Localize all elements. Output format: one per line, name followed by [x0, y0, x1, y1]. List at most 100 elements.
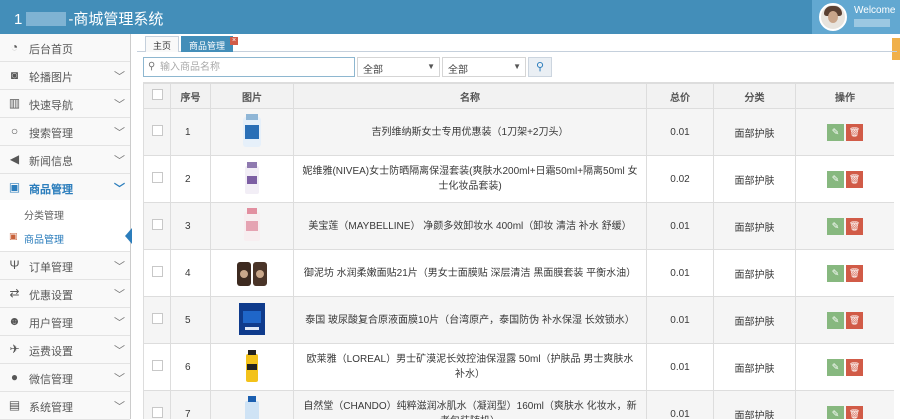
tab-products[interactable]: 商品管理: [181, 36, 234, 52]
row-category: 面部护肤: [713, 108, 796, 156]
sidebar-item-search[interactable]: ○ 搜索管理 ﹀: [0, 118, 130, 146]
delete-button[interactable]: 🗑: [846, 405, 863, 419]
edit-button[interactable]: ✎: [827, 264, 844, 282]
sidebar-item-label: 优惠设置: [29, 290, 73, 302]
trash-icon: 🗑: [848, 267, 861, 278]
sidebar-item-label: 用户管理: [29, 318, 73, 330]
bullhorn-icon: ◀: [9, 152, 20, 166]
pencil-icon: ✎: [831, 126, 840, 137]
row-select-cell: [143, 390, 171, 419]
pencil-icon: ✎: [831, 173, 840, 184]
row-select-cell: [143, 108, 171, 156]
sidebar-item-users[interactable]: ☻ 用户管理 ﹀: [0, 308, 130, 336]
sidebar-item-carousel[interactable]: ◙ 轮播图片 ﹀: [0, 62, 130, 90]
col-price: 总价: [646, 83, 714, 109]
table-row: 6 欧莱雅（LOREAL）男士矿漠泥长效控油保湿露 50ml（护肤品 男士爽肤水 …: [143, 343, 894, 391]
sidebar-item-news[interactable]: ◀ 新闻信息 ﹀: [0, 146, 130, 174]
row-actions: ✎ 🗑: [795, 296, 894, 344]
chevron-down-icon: ﹀: [114, 289, 125, 301]
row-actions: ✎ 🗑: [795, 249, 894, 297]
exchange-icon: ⇄: [9, 286, 20, 300]
active-indicator: [125, 228, 132, 244]
row-actions: ✎ 🗑: [795, 343, 894, 391]
row-checkbox[interactable]: [151, 313, 163, 324]
status-select[interactable]: 全部 ▼: [442, 57, 526, 77]
close-icon[interactable]: ×: [230, 37, 238, 45]
row-price: 0.01: [646, 296, 714, 344]
table-row: 7 自然堂（CHANDO）纯粹滋润冰肌水（凝润型）160ml（爽肤水 化妆水，新老…: [143, 390, 894, 419]
sidebar-item-shipping[interactable]: ✈ 运费设置 ﹀: [0, 336, 130, 364]
sidebar-item-home[interactable]: ◔ 后台首页: [0, 34, 130, 62]
select-value: 全部: [448, 65, 468, 76]
col-name: 名称: [293, 83, 647, 109]
delete-button[interactable]: 🗑: [846, 264, 863, 282]
sidebar-item-products[interactable]: ▣ 商品管理 ﹀: [0, 174, 130, 202]
caret-down-icon: ▼: [513, 62, 521, 71]
row-index: 1: [170, 108, 211, 156]
col-category: 分类: [713, 83, 796, 109]
category-select[interactable]: 全部 ▼: [357, 57, 440, 77]
brand-prefix: 1: [14, 11, 23, 28]
submenu-item-products[interactable]: ▣ 商品管理: [0, 226, 130, 250]
tab-home[interactable]: 主页: [145, 36, 180, 52]
gift-icon: ▣: [8, 180, 21, 194]
select-all-cell: [143, 83, 171, 109]
row-select-cell: [143, 202, 171, 250]
sidebar-item-orders[interactable]: Ψ 订单管理 ﹀: [0, 252, 130, 280]
submenu-item-category[interactable]: 分类管理: [0, 202, 130, 226]
row-image-cell: [210, 390, 294, 419]
row-name: 美宝莲（MAYBELLINE） 净颜多效卸妆水 400ml（卸妆 清洁 补水 舒…: [293, 202, 647, 250]
app-title: 1 -商城管理系统: [14, 8, 163, 29]
delete-button[interactable]: 🗑: [846, 170, 863, 188]
sidebar-item-label: 订单管理: [29, 262, 73, 274]
row-name: 欧莱雅（LOREAL）男士矿漠泥长效控油保湿露 50ml（护肤品 男士爽肤水 补…: [293, 343, 647, 391]
chevron-down-icon: ﹀: [114, 373, 125, 385]
row-category: 面部护肤: [713, 249, 796, 297]
delete-button[interactable]: 🗑: [846, 358, 863, 376]
delete-button[interactable]: 🗑: [846, 217, 863, 235]
product-thumbnail: [235, 348, 269, 384]
briefcase-icon: ▤: [8, 398, 21, 412]
users-icon: ☻: [8, 314, 21, 328]
sidebar-item-system[interactable]: ▤ 系统管理 ﹀: [0, 392, 130, 420]
user-menu[interactable]: Welcome: [812, 0, 900, 34]
row-checkbox[interactable]: [151, 360, 163, 371]
search-button[interactable]: ⚲: [528, 57, 552, 77]
edit-button[interactable]: ✎: [827, 405, 844, 419]
table-row: 1 吉列维纳斯女士专用优惠装（1刀架+2刀头） 0.01 面部护肤 ✎ 🗑: [143, 108, 894, 156]
row-checkbox[interactable]: [151, 266, 163, 277]
row-select-cell: [143, 296, 171, 344]
edit-button[interactable]: ✎: [827, 170, 844, 188]
row-checkbox[interactable]: [151, 125, 163, 136]
search-field[interactable]: ⚲: [143, 57, 355, 77]
chevron-down-icon: ﹀: [114, 401, 125, 413]
top-navbar: 1 -商城管理系统 Welcome: [0, 0, 900, 34]
row-image-cell: [210, 155, 294, 203]
delete-button[interactable]: 🗑: [846, 123, 863, 141]
plane-icon: ✈: [9, 342, 20, 356]
sidebar-item-wechat[interactable]: ● 微信管理 ﹀: [0, 364, 130, 392]
row-checkbox[interactable]: [151, 407, 163, 418]
welcome-text: Welcome: [854, 5, 896, 16]
chevron-down-icon: ﹀: [114, 127, 125, 139]
delete-button[interactable]: 🗑: [846, 311, 863, 329]
circle-icon: ○: [10, 124, 19, 138]
barcode-icon: ▥: [8, 96, 21, 110]
select-value: 全部: [363, 65, 383, 76]
row-checkbox[interactable]: [151, 172, 163, 183]
row-name: 吉列维纳斯女士专用优惠装（1刀架+2刀头）: [293, 108, 647, 156]
select-all-checkbox[interactable]: [151, 89, 163, 100]
sidebar-item-discounts[interactable]: ⇄ 优惠设置 ﹀: [0, 280, 130, 308]
edit-button[interactable]: ✎: [827, 123, 844, 141]
edit-button[interactable]: ✎: [827, 311, 844, 329]
row-price: 0.01: [646, 343, 714, 391]
redacted-brand: [26, 12, 67, 26]
row-index: 7: [170, 390, 211, 419]
search-input[interactable]: [160, 60, 350, 75]
submenu-item-label: 分类管理: [24, 211, 64, 222]
sidebar-item-quicknav[interactable]: ▥ 快速导航 ﹀: [0, 90, 130, 118]
edit-button[interactable]: ✎: [827, 217, 844, 235]
edit-button[interactable]: ✎: [827, 358, 844, 376]
sidebar-item-label: 后台首页: [29, 44, 73, 56]
row-checkbox[interactable]: [151, 219, 163, 230]
